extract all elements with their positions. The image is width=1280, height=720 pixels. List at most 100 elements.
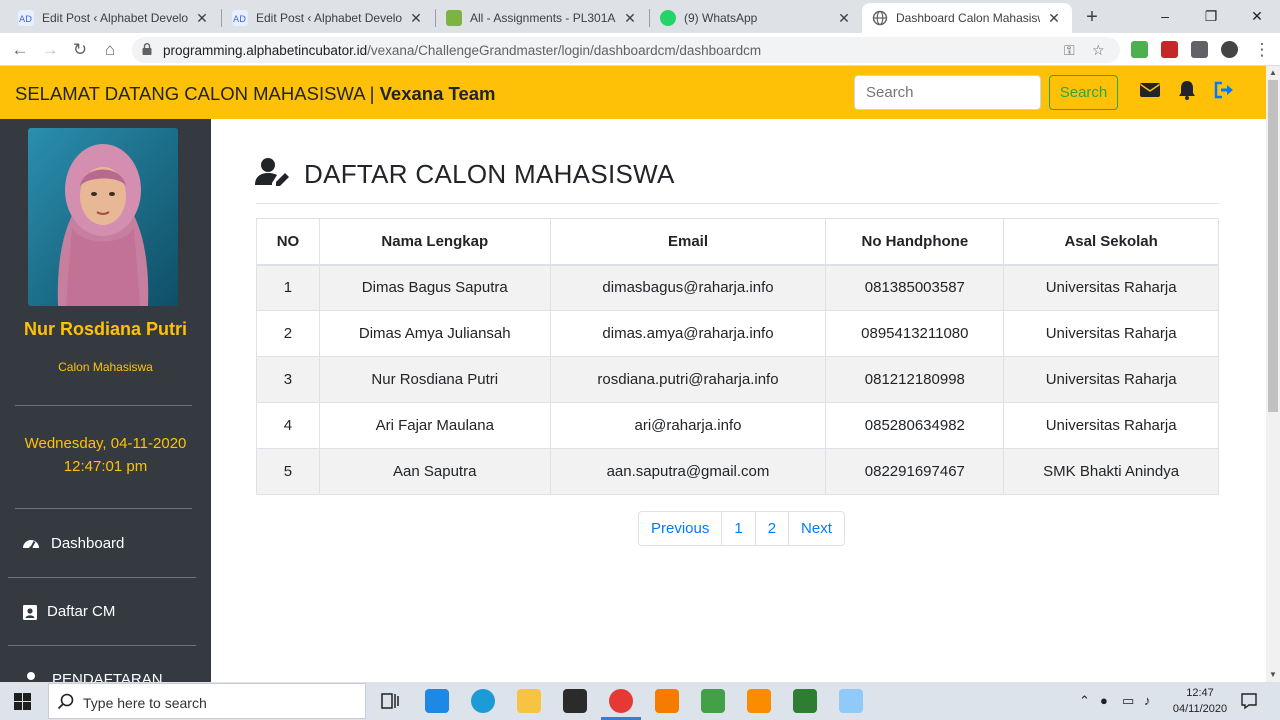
table-cell: 5 (256, 448, 320, 495)
excel-icon[interactable] (793, 689, 817, 713)
close-icon[interactable]: ✕ (408, 10, 424, 27)
pdf-icon[interactable] (1161, 41, 1178, 58)
sidebar: Nur Rosdiana Putri Calon Mahasiswa Wedne… (0, 119, 211, 682)
file-explorer-icon[interactable] (517, 689, 541, 713)
table-row: 4 Ari Fajar Maulana ari@raharja.info 085… (256, 402, 1219, 449)
column-header: Email (549, 218, 827, 266)
network-globe-icon[interactable]: ● (1100, 693, 1108, 708)
xampp-icon[interactable] (747, 689, 771, 713)
bell-icon[interactable] (1176, 79, 1198, 101)
display-icon[interactable]: ▭ (1122, 693, 1134, 709)
taskbar-search-box[interactable]: Type here to search (48, 683, 366, 719)
more-menu-icon[interactable]: ⋮ (1250, 38, 1274, 62)
url-path: /vexana/ChallengeGrandmaster/login/dashb… (367, 43, 762, 58)
app-header: SELAMAT DATANG CALON MAHASISWA | Vexana … (0, 66, 1266, 119)
svg-text:AD: AD (19, 15, 32, 25)
store-icon[interactable] (563, 689, 587, 713)
current-time: 12:47:01 pm (63, 458, 148, 475)
sidebar-divider (8, 577, 196, 578)
table-cell: 085280634982 (825, 402, 1005, 449)
url-text: programming.alphabetincubator.id/vexana/… (163, 43, 761, 58)
sidebar-item-pendaftaran[interactable]: PENDAFTARAN (0, 660, 211, 682)
paint-icon[interactable] (839, 689, 863, 713)
close-icon[interactable]: ✕ (194, 10, 210, 27)
browser-tab-active[interactable]: Dashboard Calon Mahasiswa ✕ (862, 3, 1072, 33)
sidebar-item-label: Daftar CM (47, 603, 116, 620)
table-cell: 4 (256, 402, 320, 449)
key-icon[interactable]: ⚿ (1064, 42, 1075, 59)
close-icon[interactable]: ✕ (622, 10, 638, 27)
windows-start-icon[interactable] (14, 693, 31, 710)
notifications-icon[interactable] (1240, 692, 1258, 710)
table-row: 1 Dimas Bagus Saputra dimasbagus@raharja… (256, 264, 1219, 311)
close-icon[interactable]: ✕ (836, 10, 852, 27)
tachometer-icon (23, 540, 39, 550)
home-icon[interactable]: ⌂ (98, 38, 122, 62)
star-icon[interactable]: ☆ (1092, 42, 1105, 59)
extension-icon[interactable] (1131, 41, 1148, 58)
lock-icon (142, 43, 152, 55)
table-cell: rosdiana.putri@raharja.info (549, 356, 827, 403)
search-button[interactable]: Search (1049, 75, 1118, 110)
svg-text:AD: AD (233, 15, 246, 25)
table-cell: dimas.amya@raharja.info (549, 310, 827, 357)
browser-toolbar: ← → ↻ ⌂ programming.alphabetincubator.id… (0, 33, 1280, 66)
mail-app-icon[interactable] (425, 689, 449, 713)
current-date: Wednesday, 04-11-2020 (24, 435, 187, 452)
sign-out-icon[interactable] (1213, 79, 1235, 101)
scroll-up-icon[interactable]: ▲ (1266, 66, 1280, 80)
address-bar[interactable]: programming.alphabetincubator.id/vexana/… (132, 37, 1120, 63)
back-arrow-icon[interactable]: ← (8, 38, 32, 62)
pagination-page-1[interactable]: 1 (721, 512, 754, 545)
chevron-up-icon[interactable]: ⌃ (1079, 693, 1090, 709)
page-scrollbar[interactable]: ▲ ▼ (1266, 66, 1280, 682)
pagination-page-2[interactable]: 2 (754, 512, 788, 545)
chrome-icon[interactable] (609, 689, 633, 713)
browser-tab[interactable]: AD Edit Post ‹ Alphabet Developm ✕ (222, 3, 434, 33)
scroll-down-icon[interactable]: ▼ (1266, 668, 1280, 682)
title-divider (256, 203, 1219, 204)
tab-title: Dashboard Calon Mahasiswa (896, 11, 1040, 25)
close-window-icon[interactable]: ✕ (1234, 4, 1280, 28)
new-tab-button[interactable]: + (1080, 6, 1104, 30)
table-cell: 0895413211080 (825, 310, 1005, 357)
tab-title: Edit Post ‹ Alphabet Developm (256, 11, 402, 25)
table-cell: dimasbagus@raharja.info (549, 264, 827, 311)
forward-arrow-icon[interactable]: → (38, 38, 62, 62)
table-row: 3 Nur Rosdiana Putri rosdiana.putri@raha… (256, 356, 1219, 403)
scroll-thumb[interactable] (1268, 80, 1278, 412)
sidebar-item-daftar-cm[interactable]: Daftar CM (0, 592, 211, 632)
sublime-text-icon[interactable] (655, 689, 679, 713)
column-header: No Handphone (825, 218, 1005, 266)
puzzle-icon[interactable] (1191, 41, 1208, 58)
reload-icon[interactable]: ↻ (68, 38, 92, 62)
minimize-icon[interactable]: – (1142, 4, 1188, 28)
android-studio-icon[interactable] (701, 689, 725, 713)
table-row: 2 Dimas Amya Juliansah dimas.amya@raharj… (256, 310, 1219, 357)
browser-tab[interactable]: (9) WhatsApp ✕ (650, 3, 862, 33)
pagination-previous[interactable]: Previous (639, 512, 721, 545)
profile-avatar-icon[interactable] (1221, 41, 1238, 58)
table-cell: Dimas Bagus Saputra (318, 264, 551, 311)
brand-title: SELAMAT DATANG CALON MAHASISWA | Vexana … (15, 83, 495, 105)
close-icon[interactable]: ✕ (1046, 10, 1062, 27)
envelope-icon[interactable] (1139, 79, 1161, 101)
tab-title: All - Assignments - PL301A - P (470, 11, 616, 25)
pagination-next[interactable]: Next (788, 512, 844, 545)
table-cell: 081385003587 (825, 264, 1005, 311)
edge-icon[interactable] (471, 689, 495, 713)
volume-icon[interactable]: ♪ (1144, 693, 1151, 708)
table-cell: Aan Saputra (318, 448, 551, 495)
user-role: Calon Mahasiswa (58, 360, 153, 374)
id-card-icon (23, 605, 37, 620)
browser-tab[interactable]: AD Edit Post ‹ Alphabet Developm ✕ (8, 3, 220, 33)
students-table: NO Nama Lengkap Email No Handphone Asal … (256, 218, 1219, 495)
task-view-icon[interactable] (378, 689, 402, 713)
table-cell: 081212180998 (825, 356, 1005, 403)
taskbar-clock[interactable]: 12:47 04/11/2020 (1166, 685, 1234, 717)
sidebar-item-dashboard[interactable]: Dashboard (0, 524, 211, 564)
browser-tab[interactable]: All - Assignments - PL301A - P ✕ (436, 3, 648, 33)
search-input[interactable] (854, 75, 1041, 110)
restore-icon[interactable]: ❐ (1188, 4, 1234, 28)
sidebar-divider (15, 508, 192, 509)
